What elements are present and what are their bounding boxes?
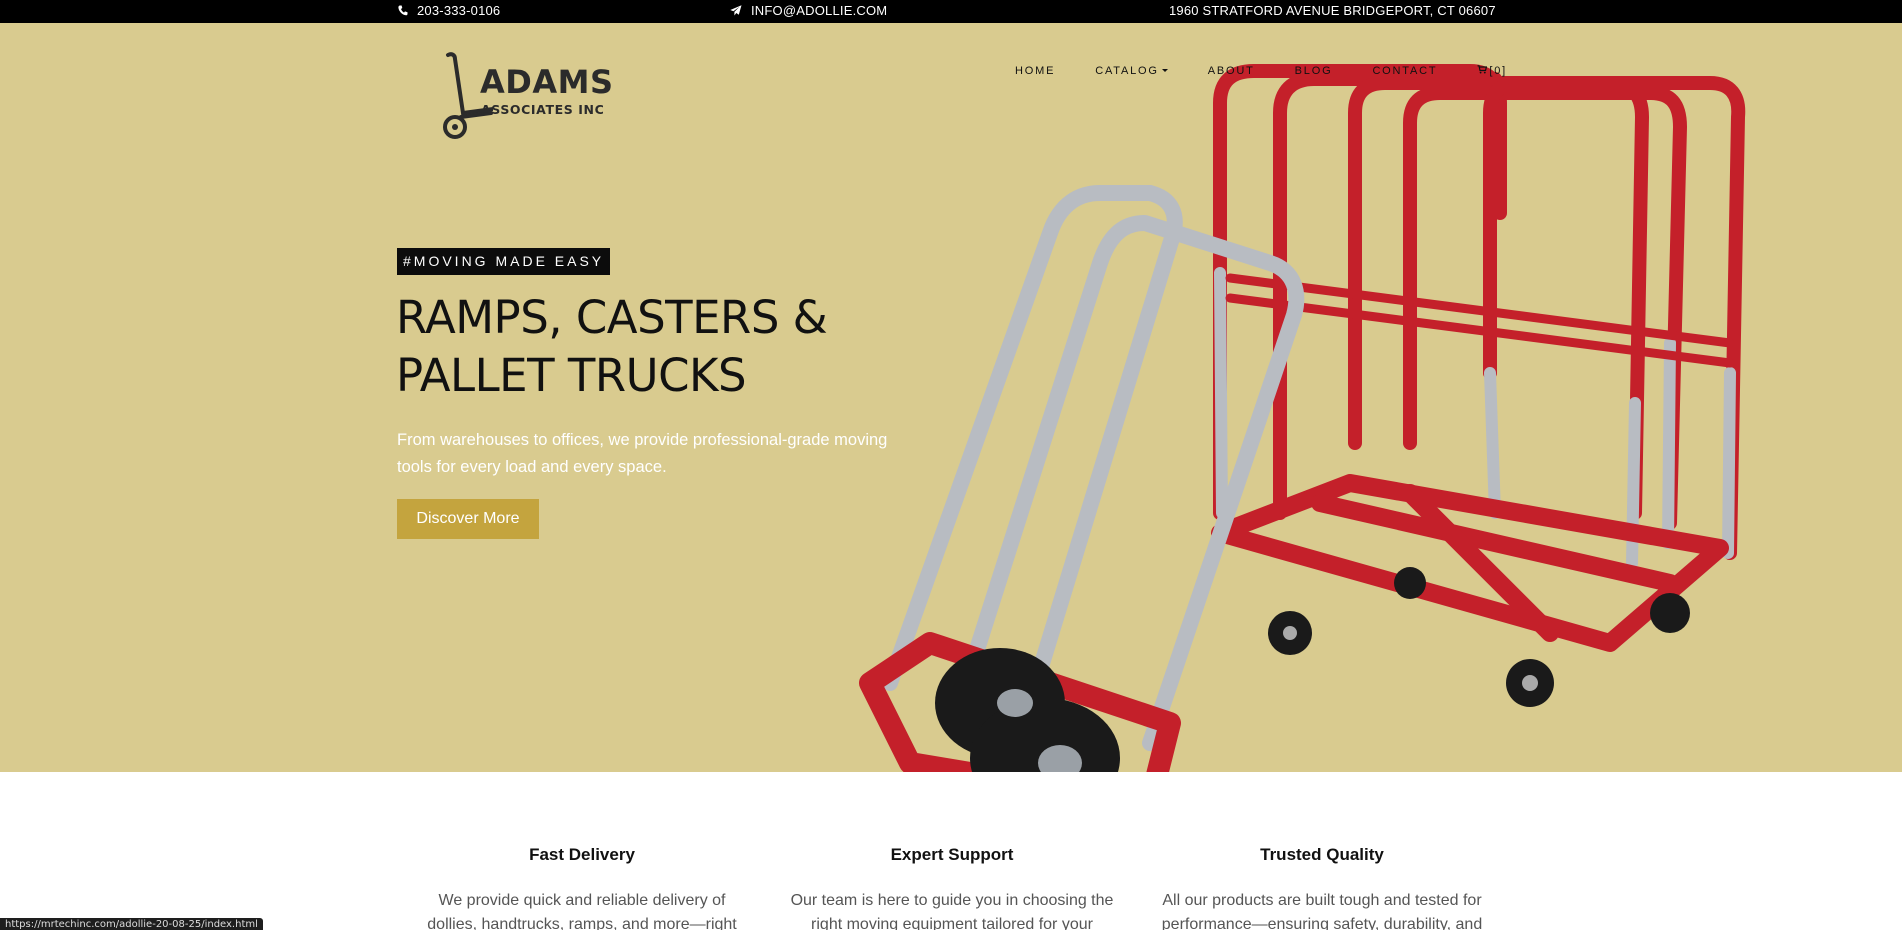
email-address: INFO@ADOLLIE.COM bbox=[751, 3, 888, 18]
nav-contact[interactable]: CONTACT bbox=[1372, 65, 1437, 77]
feature-expert-support: Expert Support Our team is here to guide… bbox=[782, 845, 1122, 930]
product-image-carts bbox=[859, 64, 1746, 772]
feature-trusted-quality: Trusted Quality All our products are bui… bbox=[1152, 845, 1492, 930]
cart-icon bbox=[1477, 65, 1488, 77]
discover-more-button[interactable]: Discover More bbox=[397, 499, 539, 539]
brand-name: ADAMS bbox=[480, 63, 614, 101]
cart-count: [0] bbox=[1489, 65, 1508, 77]
browser-status-url: https://mrtechinc.com/adollie-20-08-25/i… bbox=[0, 918, 263, 930]
nav-cart[interactable]: [0] bbox=[1477, 65, 1507, 77]
feature-title: Fast Delivery bbox=[529, 845, 635, 864]
nav-about[interactable]: ABOUT bbox=[1208, 65, 1255, 77]
address-text: 1960 STRATFORD AVENUE BRIDGEPORT, CT 066… bbox=[1169, 3, 1496, 18]
chevron-down-icon bbox=[1161, 68, 1168, 72]
brand-subname: ASSOCIATES INC bbox=[481, 102, 605, 117]
phone-icon bbox=[398, 5, 408, 16]
nav-catalog-label: CATALOG bbox=[1095, 65, 1159, 77]
features-section: Fast Delivery We provide quick and relia… bbox=[0, 772, 1902, 930]
brand-logo[interactable]: ADAMS ASSOCIATES INC bbox=[443, 51, 623, 143]
nav-blog[interactable]: BLOG bbox=[1295, 65, 1333, 77]
nav-catalog[interactable]: CATALOG bbox=[1095, 65, 1168, 77]
paper-plane-icon bbox=[730, 5, 742, 16]
top-contact-bar: 203-333-0106 INFO@ADOLLIE.COM 1960 STRAT… bbox=[0, 0, 1902, 23]
feature-title: Trusted Quality bbox=[1260, 845, 1384, 864]
feature-text: Our team is here to guide you in choosin… bbox=[790, 892, 1114, 930]
nav-home[interactable]: HOME bbox=[1015, 65, 1055, 77]
hero-headline: RAMPS, CASTERS & PALLET TRUCKS bbox=[396, 289, 828, 405]
hero-headline-line-2: PALLET TRUCKS bbox=[396, 349, 747, 402]
feature-text: We provide quick and reliable delivery o… bbox=[427, 892, 737, 930]
hero-tagline: #MOVING MADE EASY bbox=[397, 248, 611, 275]
main-navigation: HOME CATALOG ABOUT BLOG CONTACT [0] bbox=[1015, 65, 1547, 77]
feature-fast-delivery: Fast Delivery We provide quick and relia… bbox=[412, 845, 752, 930]
hero-section: ADAMS ASSOCIATES INC HOME CATALOG ABOUT … bbox=[0, 23, 1902, 772]
feature-text: All our products are built tough and tes… bbox=[1161, 892, 1483, 930]
phone-contact[interactable]: 203-333-0106 bbox=[398, 3, 500, 18]
hero-description: From warehouses to offices, we provide p… bbox=[397, 431, 888, 476]
feature-title: Expert Support bbox=[890, 845, 1014, 864]
phone-number: 203-333-0106 bbox=[417, 3, 501, 18]
hero-headline-line-1: RAMPS, CASTERS & bbox=[396, 291, 828, 344]
address: 1960 STRATFORD AVENUE BRIDGEPORT, CT 066… bbox=[1169, 3, 1496, 18]
email-contact[interactable]: INFO@ADOLLIE.COM bbox=[730, 3, 887, 18]
